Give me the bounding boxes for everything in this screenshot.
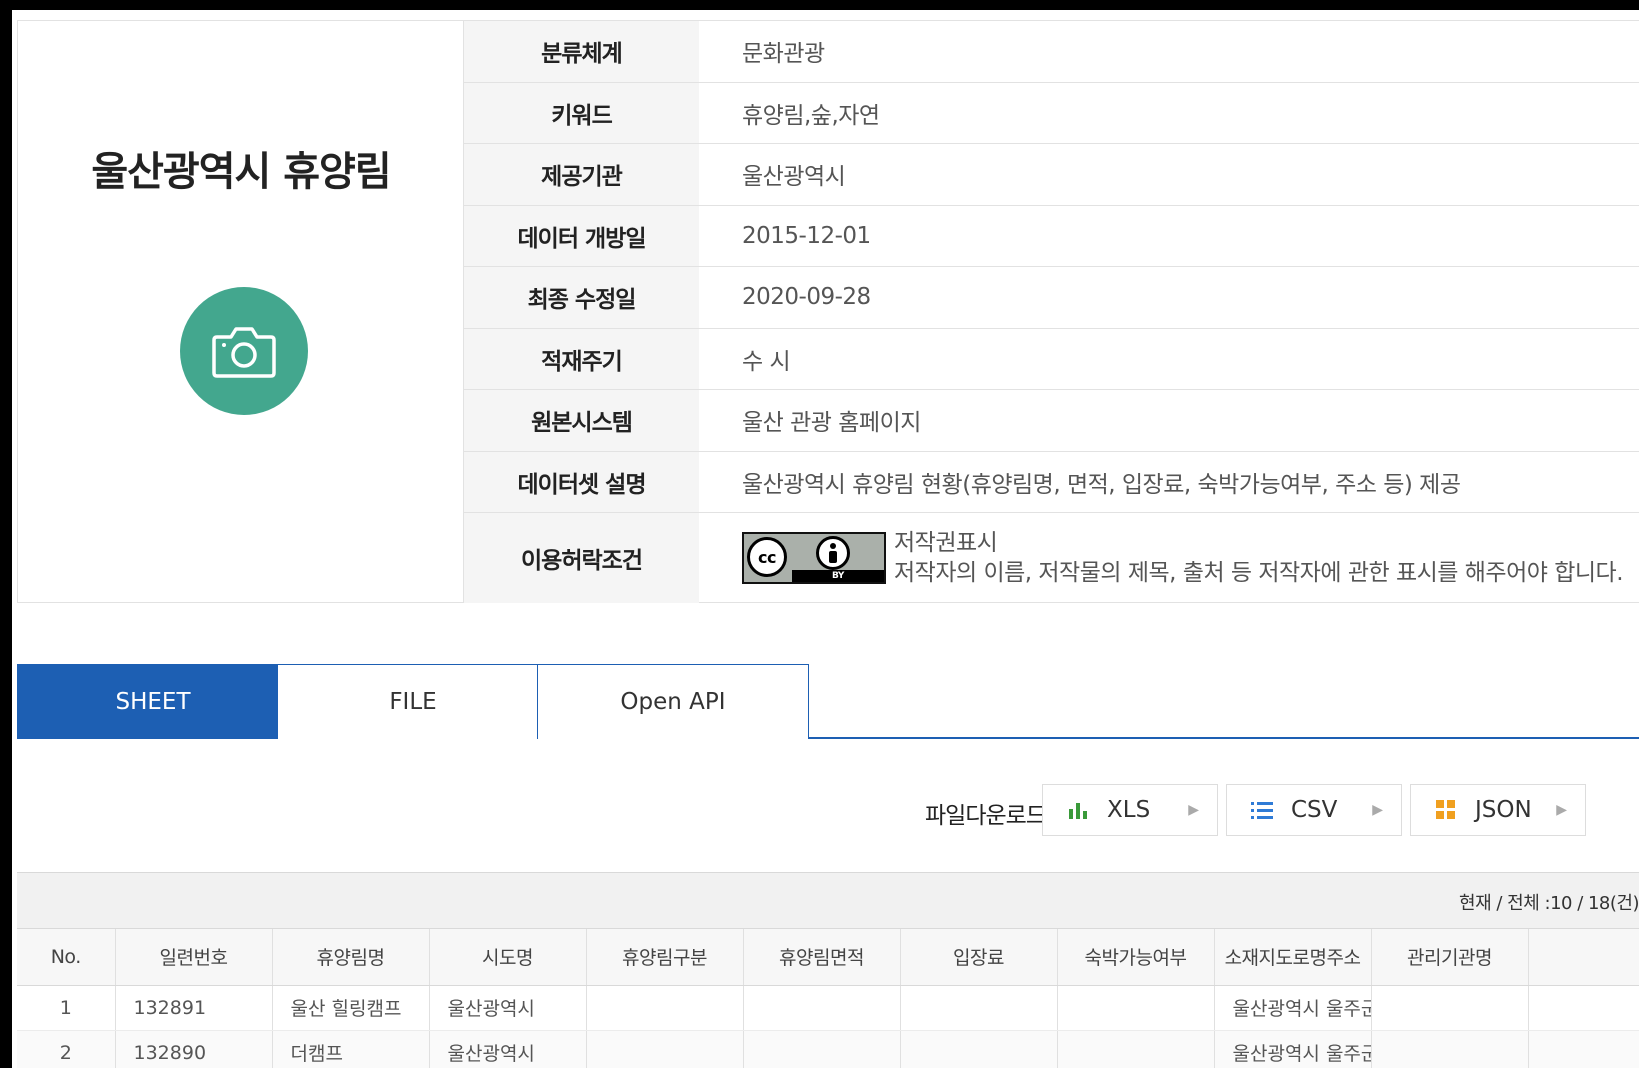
column-header[interactable]: 일련번호	[115, 929, 273, 986]
table-cell	[586, 985, 744, 1031]
meta-key: 이용허락조건	[464, 513, 699, 603]
tab-file[interactable]: FILE	[277, 664, 549, 739]
column-header[interactable]: 숙박가능여부	[1057, 929, 1215, 986]
by-label: BY	[792, 570, 884, 582]
dataset-thumbnail	[180, 287, 308, 415]
record-count: 현재 / 전체 :10 / 18(건)	[1459, 893, 1639, 914]
meta-row: 데이터 개방일 2015-12-01	[464, 205, 1639, 267]
table-cell: 2	[17, 1030, 116, 1068]
meta-key: 적재주기	[464, 328, 699, 389]
column-header[interactable]: 시도명	[429, 929, 587, 986]
table-cell	[743, 1030, 901, 1068]
meta-row: 적재주기 수 시	[464, 328, 1639, 390]
dataset-summary-card: 울산광역시 휴양림	[18, 21, 464, 602]
table-cell	[586, 1030, 744, 1068]
column-header[interactable]: 휴양림구분	[586, 929, 744, 986]
meta-value: 수 시	[742, 348, 791, 375]
meta-row: 최종 수정일 2020-09-28	[464, 267, 1639, 329]
meta-key: 제공기관	[464, 144, 699, 205]
download-label: 파일다운로드	[925, 803, 1047, 829]
download-xls-button[interactable]: XLS ▶	[1042, 784, 1218, 836]
license-value: cc BY 저작권표시 저작자의 이름, 저작물의 제목, 출처 등 저작자에 …	[699, 513, 1639, 603]
table-cell	[900, 1030, 1058, 1068]
tab-sheet[interactable]: SHEET	[17, 664, 289, 739]
table-row[interactable]: 2132890더캠프울산광역시 울산광역시 울주군 상	[17, 1030, 1639, 1068]
meta-row: 키워드 휴양림,숲,자연	[464, 82, 1639, 144]
column-header[interactable]: 소재지도로명주소	[1214, 929, 1372, 986]
table-cell-overflow	[1528, 1030, 1639, 1068]
meta-row-license: 이용허락조건 cc BY 저작권표시 저작자의 이름, 저작물의 제목, 출처 …	[464, 513, 1639, 603]
meta-value: 울산광역시 휴양림 현황(휴양림명, 면적, 입장료, 숙박가능여부, 주소 등…	[742, 471, 1461, 498]
dataset-info-panel: 울산광역시 휴양림 분류체계 문화관광키워드 휴양림,숲,자연제공기관 울산광역시데이…	[17, 20, 1639, 603]
download-json-label: JSON	[1475, 797, 1532, 823]
table-cell: 울산 힐링캠프	[272, 985, 430, 1031]
meta-row: 원본시스템 울산 관광 홈페이지	[464, 390, 1639, 452]
table-cell-overflow	[1528, 985, 1639, 1031]
grid-status-bar: 현재 / 전체 :10 / 18(건)	[17, 873, 1639, 929]
camera-icon	[212, 327, 276, 378]
download-xls-label: XLS	[1107, 797, 1151, 823]
license-title: 저작권표시	[894, 530, 998, 556]
meta-value: 문화관광	[742, 41, 825, 68]
play-arrow-icon: ▶	[1188, 802, 1199, 818]
view-tabs: SHEET FILE Open API	[17, 664, 1639, 739]
cc-by-badge[interactable]: cc BY	[742, 532, 886, 584]
tab-open-api[interactable]: Open API	[537, 664, 809, 739]
play-arrow-icon: ▶	[1372, 802, 1383, 818]
license-description: 저작자의 이름, 저작물의 제목, 출처 등 저작자에 관한 표시를 해주어야 …	[894, 560, 1624, 586]
download-csv-button[interactable]: CSV ▶	[1226, 784, 1402, 836]
meta-key: 원본시스템	[464, 390, 699, 451]
meta-row: 분류체계 문화관광	[464, 21, 1639, 83]
data-table: No. 일련번호 휴양림명 시도명 휴양림구분 휴양림면적 입장료 숙박가능여부 소재지도로명주…	[17, 929, 1639, 1068]
table-cell: 울산광역시 울주군 상	[1214, 985, 1372, 1031]
table-cell: 132890	[115, 1030, 273, 1068]
table-cell	[743, 985, 901, 1031]
column-header[interactable]: 관리기관명	[1371, 929, 1529, 986]
table-cell	[1371, 985, 1529, 1031]
column-header[interactable]: 입장료	[900, 929, 1058, 986]
list-icon	[1247, 800, 1277, 820]
meta-value: 2015-12-01	[742, 222, 871, 249]
table-cell: 더캠프	[272, 1030, 430, 1068]
meta-key: 최종 수정일	[464, 267, 699, 328]
column-header[interactable]: No.	[17, 929, 116, 986]
table-cell: 울산광역시	[429, 985, 587, 1031]
table-cell	[900, 985, 1058, 1031]
meta-key: 키워드	[464, 82, 699, 143]
metadata-table: 분류체계 문화관광키워드 휴양림,숲,자연제공기관 울산광역시데이터 개방일 2015-…	[464, 21, 1639, 603]
meta-key: 데이터셋 설명	[464, 451, 699, 512]
meta-value: 울산광역시	[742, 164, 846, 191]
table-cell: 1	[17, 985, 116, 1031]
grid-icon	[1431, 800, 1461, 820]
column-header[interactable]: 휴양림명	[272, 929, 430, 986]
table-header-row: No. 일련번호 휴양림명 시도명 휴양림구분 휴양림면적 입장료 숙박가능여부 소재지도로명주…	[17, 929, 1639, 986]
table-cell	[1057, 985, 1215, 1031]
download-csv-label: CSV	[1291, 797, 1338, 823]
table-row[interactable]: 1132891울산 힐링캠프울산광역시 울산광역시 울주군 상	[17, 985, 1639, 1031]
meta-value: 울산 관광 홈페이지	[742, 410, 921, 437]
meta-row: 제공기관 울산광역시	[464, 144, 1639, 206]
person-icon	[816, 536, 850, 570]
table-cell: 132891	[115, 985, 273, 1031]
dataset-title: 울산광역시 휴양림	[91, 149, 391, 195]
table-cell: 울산광역시	[429, 1030, 587, 1068]
meta-value: 2020-09-28	[742, 284, 871, 311]
meta-row: 데이터셋 설명 울산광역시 휴양림 현황(휴양림명, 면적, 입장료, 숙박가능여…	[464, 451, 1639, 513]
download-json-button[interactable]: JSON ▶	[1410, 784, 1586, 836]
play-arrow-icon: ▶	[1556, 802, 1567, 818]
page: 울산광역시 휴양림 분류체계 문화관광 키워드 휴양림,숲,자연 제공기관 울산광역시 데이…	[12, 10, 1639, 1068]
data-grid: 현재 / 전체 :10 / 18(건) No. 일련번호 휴양림명 시도명 휴양림구분 휴…	[17, 872, 1639, 1068]
column-header[interactable]: 휴양림면적	[743, 929, 901, 986]
meta-key: 데이터 개방일	[464, 205, 699, 266]
meta-value: 휴양림,숲,자연	[742, 102, 880, 129]
license-text: 저작권표시 저작자의 이름, 저작물의 제목, 출처 등 저작자에 관한 표시를…	[894, 528, 1624, 588]
table-cell	[1371, 1030, 1529, 1068]
cc-icon: cc	[747, 537, 787, 577]
table-body: 1132891울산 힐링캠프울산광역시울산광역시 울주군 상2132890더캠프…	[17, 985, 1639, 1068]
bar-chart-icon	[1063, 801, 1093, 819]
table-cell	[1057, 1030, 1215, 1068]
column-header-overflow	[1528, 929, 1639, 986]
meta-key: 분류체계	[464, 21, 699, 82]
table-cell: 울산광역시 울주군 상	[1214, 1030, 1372, 1068]
